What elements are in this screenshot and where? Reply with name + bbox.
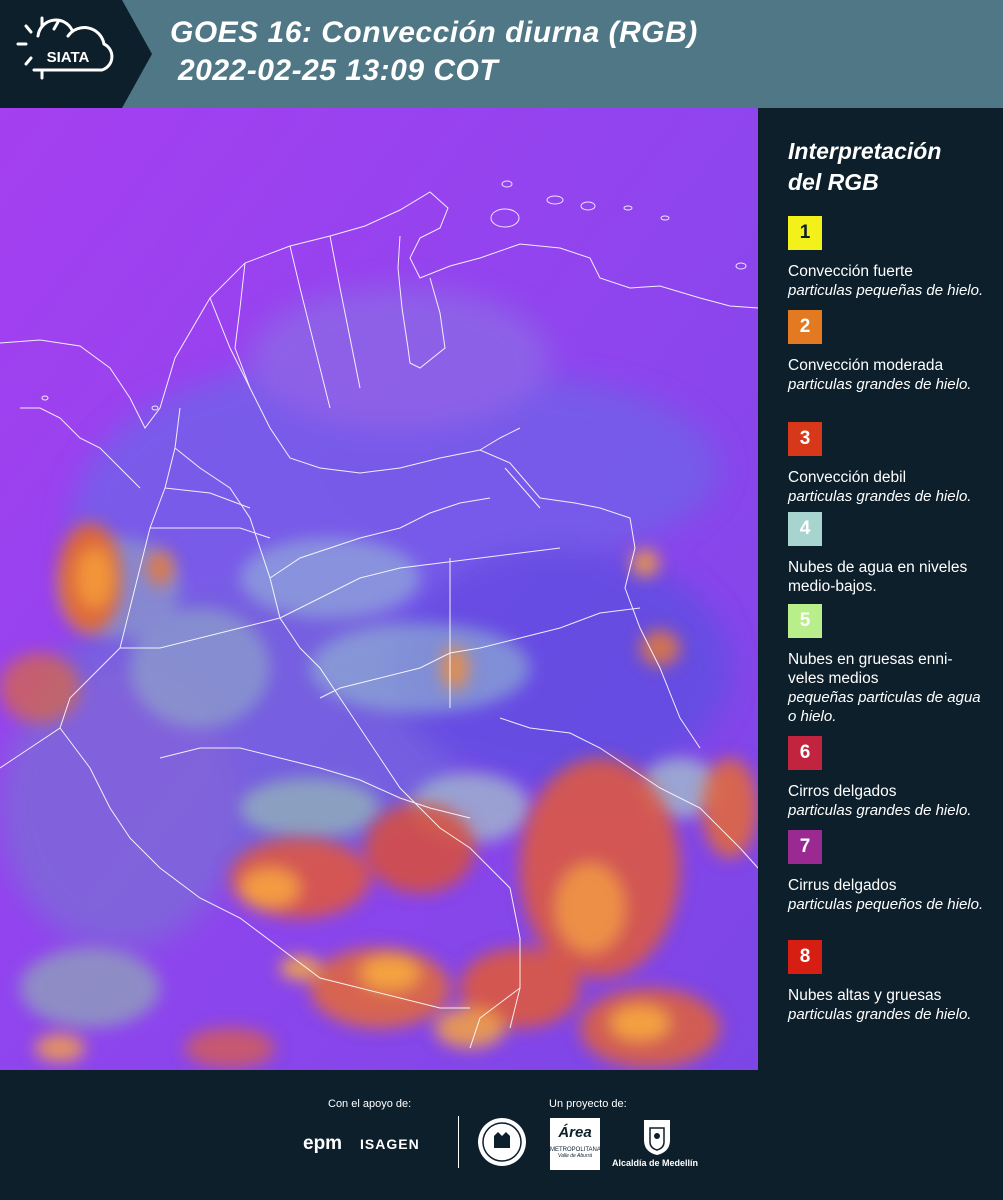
alcaldia-shield-icon [644,1120,670,1155]
legend-title: Interpretación del RGB [788,136,941,198]
legend-item-name: Nubes en gruesas enni- veles medios [788,651,953,687]
legend-swatch-5: 5 [788,604,822,638]
medellin-seal-icon [478,1118,526,1166]
legend-item-name: Nubes de agua en niveles medio-bajos. [788,559,968,595]
title-line-1: GOES 16: Convección diurna (RGB) [170,16,698,49]
legend-item-name: Convección debil [788,469,907,486]
legend-item-desc: pequeñas particulas de agua o hielo. [788,689,981,725]
satellite-image [0,108,758,1070]
area-logo-text: Área [558,1124,592,1141]
legend-swatch-4: 4 [788,512,822,546]
legend-title-line-1: Interpretación [788,138,942,164]
siata-logo-text: SIATA [47,49,90,66]
header-bar: SIATA GOES 16: Convección diurna (RGB) 2… [0,0,1003,108]
legend-item-3: 3 Convección debil particulas grandes de… [788,422,993,506]
legend-item-4: 4 Nubes de agua en niveles medio-bajos. [788,512,993,596]
siata-logo: SIATA [0,0,152,108]
epm-logo: epm [303,1133,343,1154]
page-title: GOES 16: Convección diurna (RGB) 2022-02… [170,14,698,90]
legend-item-desc: particulas pequeños de hielo. [788,896,984,913]
legend-swatch-1: 1 [788,216,822,250]
legend-item-name: Cirrus delgados [788,877,897,894]
satellite-map [0,108,758,1070]
legend-item-name: Convección moderada [788,357,944,374]
legend-swatch-6: 6 [788,736,822,770]
legend-item-name: Cirros delgados [788,783,897,800]
isagen-logo: ISAGEN [360,1136,420,1152]
support-label: Con el apoyo de: [328,1098,412,1110]
legend-item-5: 5 Nubes en gruesas enni- veles medios pe… [788,604,993,726]
legend-title-line-2: del RGB [788,169,879,195]
project-label: Un proyecto de: [549,1098,627,1110]
legend-item-8: 8 Nubes altas y gruesas particulas grand… [788,940,993,1024]
area-metropolitana-logo: Área METROPOLITANA Valle de Aburrá [550,1118,601,1170]
legend-item-2: 2 Convección moderada particulas grandes… [788,310,993,394]
legend-item-name: Nubes altas y gruesas [788,987,942,1004]
legend-panel: Interpretación del RGB 1 Convección fuer… [760,108,1003,1070]
footer: Con el apoyo de: Un proyecto de: epm ISA… [0,1070,1003,1200]
title-line-2: 2022-02-25 13:09 COT [178,54,499,87]
footer-divider [458,1116,459,1168]
legend-swatch-3: 3 [788,422,822,456]
legend-item-name: Convección fuerte [788,263,913,280]
alcaldia-label: Alcaldía de Medellín [612,1158,699,1168]
legend-item-desc: particulas grandes de hielo. [788,488,972,505]
legend-item-6: 6 Cirros delgados particulas grandes de … [788,736,993,820]
legend-item-desc: particulas pequeñas de hielo. [788,282,984,299]
legend-item-desc: particulas grandes de hielo. [788,1006,972,1023]
legend-swatch-2: 2 [788,310,822,344]
legend-item-1: 1 Convección fuerte particulas pequeñas … [788,216,993,300]
area-logo-sub2: Valle de Aburrá [557,1153,593,1159]
legend-swatch-8: 8 [788,940,822,974]
legend-item-desc: particulas grandes de hielo. [788,802,972,819]
legend-item-7: 7 Cirrus delgados particulas pequeños de… [788,830,993,914]
legend-swatch-7: 7 [788,830,822,864]
legend-item-desc: particulas grandes de hielo. [788,376,972,393]
